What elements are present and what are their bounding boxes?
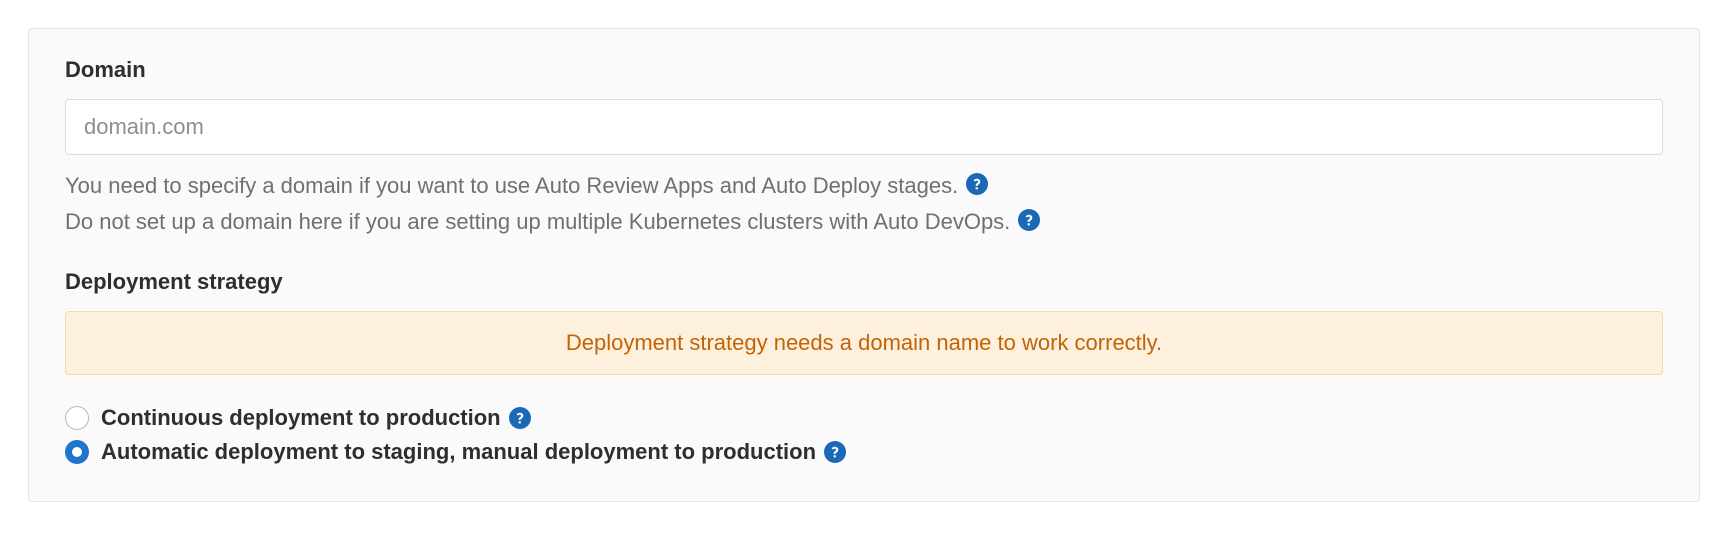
- domain-label: Domain: [65, 57, 1663, 83]
- help-circle-icon[interactable]: [509, 407, 531, 429]
- radio-staging[interactable]: [65, 440, 89, 464]
- radio-staging-label[interactable]: Automatic deployment to staging, manual …: [101, 439, 846, 465]
- radio-staging-text: Automatic deployment to staging, manual …: [101, 439, 816, 465]
- settings-panel: Domain You need to specify a domain if y…: [28, 28, 1700, 502]
- domain-help-text-2: Do not set up a domain here if you are s…: [65, 209, 1010, 234]
- domain-help-line-2: Do not set up a domain here if you are s…: [65, 205, 1663, 239]
- radio-continuous-text: Continuous deployment to production: [101, 405, 501, 431]
- radio-continuous-label[interactable]: Continuous deployment to production: [101, 405, 531, 431]
- help-circle-icon[interactable]: [966, 173, 988, 195]
- strategy-option-continuous[interactable]: Continuous deployment to production: [65, 405, 1663, 431]
- strategy-option-staging[interactable]: Automatic deployment to staging, manual …: [65, 439, 1663, 465]
- domain-input[interactable]: [65, 99, 1663, 155]
- help-circle-icon[interactable]: [824, 441, 846, 463]
- deployment-strategy-label: Deployment strategy: [65, 269, 1663, 295]
- domain-help-text-1: You need to specify a domain if you want…: [65, 173, 958, 198]
- radio-continuous[interactable]: [65, 406, 89, 430]
- domain-help-line-1: You need to specify a domain if you want…: [65, 169, 1663, 203]
- deployment-strategy-warning-alert: Deployment strategy needs a domain name …: [65, 311, 1663, 375]
- help-circle-icon[interactable]: [1018, 209, 1040, 231]
